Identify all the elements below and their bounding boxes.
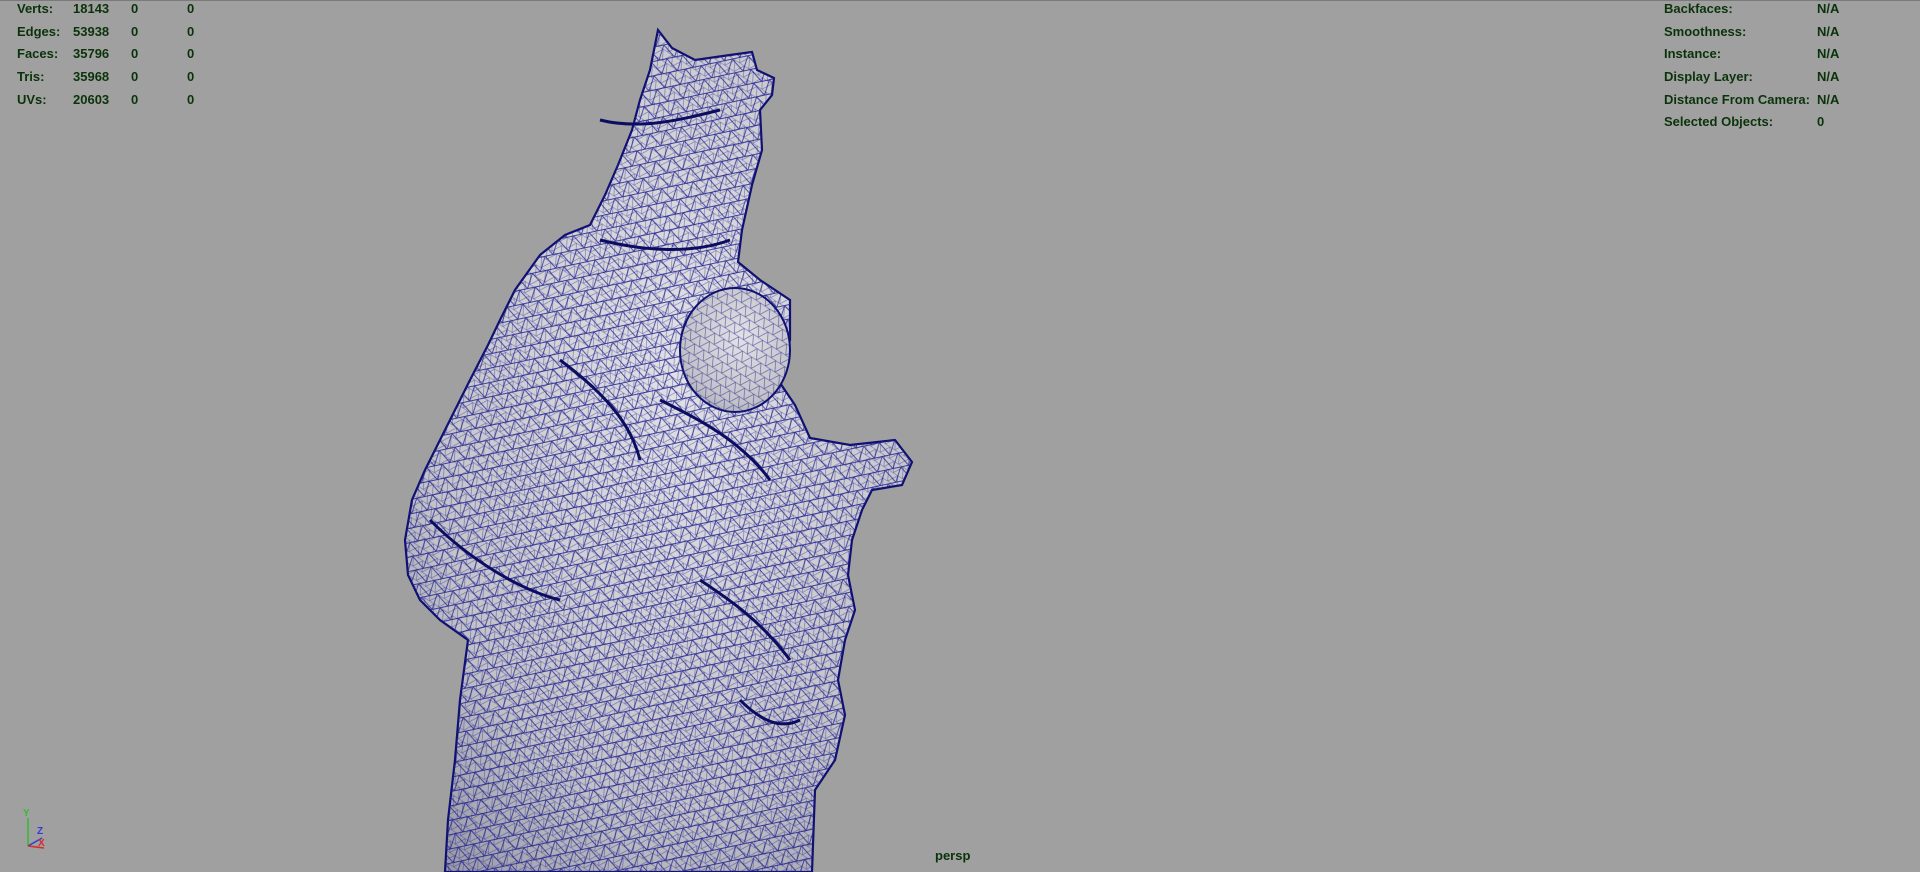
info-label: Backfaces: <box>1664 1 1733 16</box>
stats-row: Tris: 35968 0 0 <box>17 69 217 92</box>
perspective-viewport[interactable]: Verts: 18143 0 0 Edges: 53938 0 0 Faces: 35796 0 0 T… <box>0 0 1920 872</box>
axis-x-label: X <box>38 838 45 849</box>
info-label: Instance: <box>1664 46 1722 62</box>
stats-v3: 0 <box>187 23 195 39</box>
stats-v3: 0 <box>187 46 195 62</box>
stats-row: Verts: 18143 0 0 <box>17 1 217 24</box>
info-label: Smoothness: <box>1664 23 1747 39</box>
stats-label: Faces: <box>17 46 59 62</box>
object-info-hud: Backfaces: N/A Smoothness: N/A Instance: N/A D… <box>1664 1 1914 137</box>
info-label: Distance From Camera: <box>1664 91 1810 107</box>
stats-row: Faces: 35796 0 0 <box>17 46 217 69</box>
info-value: 0 <box>1817 114 1825 130</box>
stats-v1: 20603 <box>73 91 110 107</box>
info-row: Distance From Camera: N/A <box>1664 92 1914 115</box>
camera-name-label: persp <box>935 848 971 863</box>
stats-label: Edges: <box>17 23 61 39</box>
child-head <box>679 287 791 413</box>
info-row: Smoothness: N/A <box>1664 24 1914 47</box>
axis-gizmo-icon: Y Z X <box>22 808 52 852</box>
poly-count-hud: Verts: 18143 0 0 Edges: 53938 0 0 Faces: 35796 0 0 T… <box>17 1 217 114</box>
stats-v1: 35968 <box>73 69 110 85</box>
axis-z-label: Z <box>37 826 44 837</box>
stats-v3: 0 <box>187 1 195 16</box>
stats-v3: 0 <box>187 91 195 107</box>
stats-v1: 35796 <box>73 46 110 62</box>
info-value: N/A <box>1817 1 1840 16</box>
stats-v3: 0 <box>187 69 195 85</box>
stats-v2: 0 <box>131 46 139 62</box>
info-value: N/A <box>1817 91 1840 107</box>
stats-v1: 18143 <box>73 1 110 16</box>
stats-v2: 0 <box>131 1 139 16</box>
info-label: Display Layer: <box>1664 69 1753 85</box>
info-row: Backfaces: N/A <box>1664 1 1914 24</box>
stats-v1: 53938 <box>73 23 110 39</box>
info-value: N/A <box>1817 46 1840 62</box>
stats-v2: 0 <box>131 91 139 107</box>
info-row: Selected Objects: 0 <box>1664 114 1914 137</box>
stats-label: Tris: <box>17 69 45 85</box>
statue-body <box>403 27 914 872</box>
stats-v2: 0 <box>131 23 139 39</box>
info-value: N/A <box>1817 69 1840 85</box>
axis-y-label: Y <box>23 808 30 819</box>
stats-label: UVs: <box>17 91 47 107</box>
wireframe-mesh[interactable] <box>0 0 1920 872</box>
stats-label: Verts: <box>17 1 54 16</box>
info-row: Display Layer: N/A <box>1664 69 1914 92</box>
info-label: Selected Objects: <box>1664 114 1774 130</box>
stats-row: Edges: 53938 0 0 <box>17 24 217 47</box>
stats-row: UVs: 20603 0 0 <box>17 92 217 115</box>
info-row: Instance: N/A <box>1664 46 1914 69</box>
stats-v2: 0 <box>131 69 139 85</box>
info-value: N/A <box>1817 23 1840 39</box>
